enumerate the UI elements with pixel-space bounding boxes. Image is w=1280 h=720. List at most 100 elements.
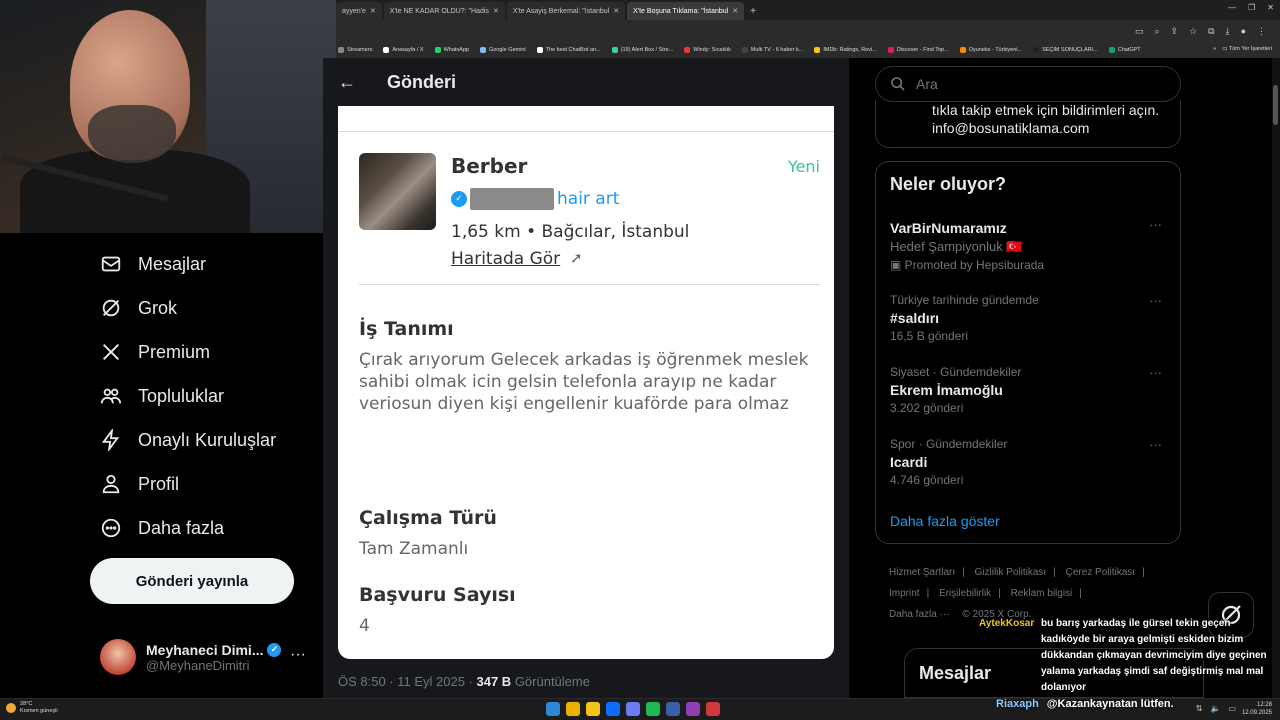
show-more-link[interactable]: Daha fazla göster (890, 513, 1000, 529)
bookmark-item[interactable]: ChatGPT (1108, 47, 1141, 53)
bookmark-icon (536, 47, 543, 53)
trend-item[interactable]: Siyaset · Gündemdekiler Ekrem İmamoğlu 3… (890, 365, 1170, 415)
back-arrow-icon[interactable]: ← (323, 72, 371, 93)
footer-link[interactable]: Erişilebilirlik (939, 588, 991, 599)
steam-icon[interactable] (666, 702, 680, 716)
nav-item-premium[interactable]: Premium (90, 330, 320, 374)
bookmark-item[interactable]: Multi TV - 6 haber k... (741, 47, 803, 53)
bookmark-item[interactable]: (19) Alert Box / Stre... (611, 47, 673, 53)
all-bookmarks-link[interactable]: Tüm Yer İşaretleri (1229, 46, 1272, 52)
more-icon[interactable]: ··· (1149, 293, 1162, 308)
bookmark-item[interactable]: Google Gemini (479, 47, 526, 53)
window-controls: — ❐ ✕ (1228, 3, 1274, 12)
extensions-icon[interactable]: ⧉ (1208, 26, 1214, 37)
clock-date: 12.09.2025 (1241, 710, 1272, 716)
weather-widget[interactable]: 28°C Kısmen güneşli (6, 701, 58, 715)
close-tab-icon[interactable]: ✕ (613, 7, 619, 15)
more-icon[interactable]: ··· (1149, 365, 1162, 380)
trends-panel: Neler oluyor? VarBirNumaramız Hedef Şamp… (875, 161, 1181, 544)
footer-link[interactable]: Hizmet Şartları (889, 567, 955, 578)
cast-icon[interactable]: ▭ (1135, 26, 1144, 37)
trend-item[interactable]: Türkiye tarihinde gündemde #saldırı 16,5… (890, 293, 1170, 343)
nav-item-profile[interactable]: Profil (90, 462, 320, 506)
edge-icon[interactable] (606, 702, 620, 716)
footer-link[interactable]: Daha fazla ··· (889, 609, 950, 620)
bookmarks-overflow-icon[interactable]: » (1213, 46, 1216, 52)
post-button[interactable]: Gönderi yayınla (90, 558, 294, 604)
nav-item-more[interactable]: Daha fazla (90, 506, 320, 550)
browser-tab[interactable]: X'te Asayiş Berkemal: "İstanbul ✕ (506, 2, 626, 20)
section-heading: Başvuru Sayısı (359, 584, 516, 606)
divider (359, 284, 820, 285)
bookmark-item[interactable]: Streamers (338, 47, 372, 53)
maximize-icon[interactable]: ❐ (1248, 3, 1255, 12)
close-window-icon[interactable]: ✕ (1267, 3, 1274, 12)
nav-item-messages[interactable]: Mesajlar (90, 242, 320, 286)
bookmark-item[interactable]: Oyuneks - Türkiyeni... (959, 47, 1022, 53)
browser-tab[interactable]: X'te NE KADAR OLDU?: "Hadis ✕ (383, 2, 505, 20)
star-icon[interactable]: ☆ (1189, 26, 1197, 37)
file-explorer-icon[interactable] (586, 702, 600, 716)
close-tab-icon[interactable]: ✕ (732, 7, 738, 15)
close-tab-icon[interactable]: ✕ (370, 7, 376, 15)
more-circle-icon (101, 518, 121, 538)
scrollbar[interactable] (1272, 58, 1280, 698)
trend-item[interactable]: VarBirNumaramız Hedef Şampiyonluk 🇹🇷 ▣ P… (890, 217, 1170, 272)
volume-icon[interactable]: 🔈 (1210, 704, 1220, 713)
nav-label: Mesajlar (138, 253, 207, 274)
profile-more-icon[interactable]: ··· (290, 646, 306, 664)
footer-link[interactable]: Imprint (889, 588, 920, 599)
tab-label: X'te Asayiş Berkemal: "İstanbul (512, 7, 610, 15)
windows-start-icon[interactable] (546, 702, 560, 716)
download-icon[interactable]: ⤓ (1226, 26, 1230, 37)
close-tab-icon[interactable]: ✕ (493, 7, 499, 15)
bookmark-item[interactable]: IMDb: Ratings, Revi... (814, 47, 877, 53)
minimize-icon[interactable]: — (1228, 3, 1236, 12)
job-listing-card[interactable]: Berber Yeni ✓ hair art 1,65 km • Bağcıla… (338, 106, 834, 659)
nav-item-grok[interactable]: Grok (90, 286, 320, 330)
account-switcher[interactable]: Meyhaneci Dimi... ✓ @MeyhaneDimitri (100, 636, 320, 678)
bookmark-label: The best ChatBot an... (545, 47, 601, 53)
spotify-icon[interactable] (646, 702, 660, 716)
chat-username: Riaxaph (996, 698, 1039, 710)
bookmark-icon (338, 47, 344, 53)
chrome-icon[interactable] (566, 702, 580, 716)
clock[interactable]: 12:28 12.09.2025 (1242, 701, 1272, 717)
more-icon[interactable]: ··· (1149, 437, 1162, 452)
share-icon[interactable]: ⇪ (1171, 26, 1179, 37)
browser-tab[interactable]: ayyen'e ✕ (336, 2, 382, 20)
bookmark-item[interactable]: WhatsApp (434, 47, 469, 53)
promoted-label: ▣ Promoted by Hepsiburada (890, 258, 1170, 272)
zoom-icon[interactable]: ⌕ (1154, 26, 1159, 37)
trend-item[interactable]: Spor · Gündemdekiler Icardi 4.746 gönder… (890, 437, 1170, 487)
footer-link[interactable]: Çerez Politikası (1066, 567, 1135, 578)
trend-meta: Spor · Gündemdekiler (890, 437, 1008, 451)
footer-link[interactable]: Reklam bilgisi (1011, 588, 1073, 599)
battery-icon[interactable]: ▭ (1228, 704, 1236, 713)
bookmark-item[interactable]: SEÇİM SONUÇLARI... (1033, 47, 1098, 53)
nav-item-verified-orgs[interactable]: Onaylı Kuruluşlar (90, 418, 320, 462)
network-icon[interactable]: ⇅ (1196, 704, 1203, 713)
new-tab-icon[interactable]: + (750, 2, 756, 20)
trend-count: 3.202 gönderi (890, 401, 964, 415)
trend-subtitle: Hedef Şampiyonluk 🇹🇷 (890, 239, 1023, 254)
bookmark-item[interactable]: Windy: Sıcaklık (684, 47, 731, 53)
bookmark-item[interactable]: The best ChatBot an... (536, 47, 601, 53)
nav-item-communities[interactable]: Topluluklar (90, 374, 320, 418)
more-icon[interactable]: ··· (1149, 217, 1162, 232)
search-input[interactable]: Ara (875, 66, 1181, 102)
bookmark-item[interactable]: Discover - Find Top... (887, 47, 949, 53)
obs-icon[interactable] (706, 702, 720, 716)
menu-icon[interactable]: ⋮ (1257, 26, 1266, 37)
bookmark-item[interactable]: Anasayfa / X (383, 47, 424, 53)
app-icon[interactable] (686, 702, 700, 716)
profile-icon[interactable]: ● (1241, 26, 1246, 36)
footer-link[interactable]: Gizlilik Politikası (975, 567, 1047, 578)
scrollbar-thumb[interactable] (1273, 85, 1278, 125)
browser-tab-active[interactable]: X'te Boşuna Tıklama: "İstanbul ✕ (627, 2, 745, 20)
tab-label: X'te Boşuna Tıklama: "İstanbul (633, 7, 729, 15)
discord-icon[interactable] (626, 702, 640, 716)
map-link[interactable]: Haritada Gör (451, 249, 560, 269)
trend-count: 16,5 B gönderi (890, 329, 969, 343)
bookmark-icon (479, 47, 486, 53)
